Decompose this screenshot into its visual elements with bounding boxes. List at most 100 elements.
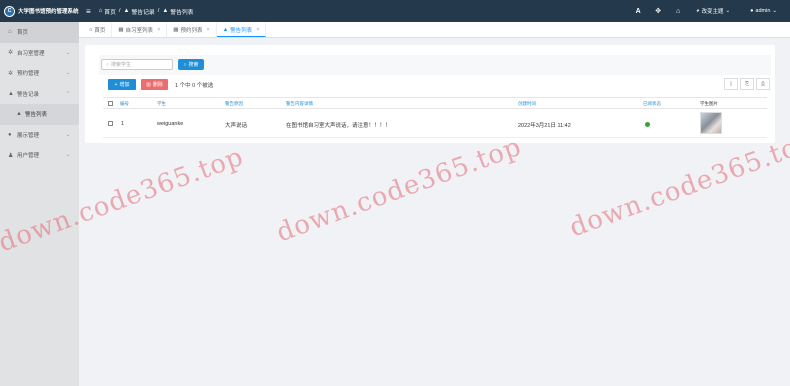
add-button[interactable]: + 增加 <box>108 79 136 90</box>
select-all-checkbox[interactable] <box>108 101 113 106</box>
watermark: down.code365.top <box>565 126 790 244</box>
add-button-label: 增加 <box>119 82 130 88</box>
user-menu[interactable]: ● admin ⌄ <box>750 8 777 14</box>
content-card: ○ 搜索学生 ○ 搜索 + 增加 ▥ 删除 1 个中 0 个被选 ▯ ⎘ ⎙ 编… <box>85 45 775 143</box>
breadcrumb-page: 警告列表 <box>170 9 194 16</box>
tab-strip: ⌂ 首页 ▦ 自习室列表 × ▦ 预约列表 × ▲ 警告列表 × <box>79 22 790 38</box>
gear-icon: ✲ <box>8 50 14 57</box>
font-size-icon[interactable]: A <box>628 8 648 15</box>
top-navbar: C 大学图书馆预约管理系统 ≡ ⌂ 首页 / ▲ 警告记录 / ▲ 警告列表 A… <box>0 0 790 22</box>
search-button[interactable]: ○ 搜索 <box>178 59 204 70</box>
tab-label: 自习室列表 <box>125 28 154 34</box>
print-icon[interactable]: ⎙ <box>756 78 770 90</box>
table-tools: ▯ ⎘ ⎙ <box>722 78 770 90</box>
sidebar-item-study-rooms[interactable]: ✲ 自习室管理 ⌄ <box>0 43 79 64</box>
chevron-down-icon: ⌄ <box>65 70 70 77</box>
app-title: 大学图书馆预约管理系统 <box>18 9 79 15</box>
chevron-down-icon: ⌄ <box>65 131 70 138</box>
home-icon: ⌂ <box>98 8 103 14</box>
tab-home[interactable]: ⌂ 首页 <box>83 23 113 37</box>
sidebar-item-label: 展示管理 <box>17 132 40 139</box>
sidebar-item-label: 警告记录 <box>17 91 40 98</box>
column-header-student[interactable]: 学生 <box>157 101 166 107</box>
warning-icon: ▲ <box>222 26 229 33</box>
column-header-reason[interactable]: 警告原因 <box>225 101 243 107</box>
theme-switcher[interactable]: ◕ 改变主题 ⌄ <box>696 7 730 15</box>
user-icon: ● <box>750 8 754 14</box>
search-icon: ○ <box>183 61 187 68</box>
watermark: down.code365.top <box>272 131 526 249</box>
search-button-label: 搜索 <box>188 62 199 68</box>
menu-toggle-icon[interactable]: ≡ <box>86 7 91 16</box>
app-logo: C <box>4 5 15 17</box>
sidebar-item-label: 警告列表 <box>25 112 48 119</box>
close-icon[interactable]: × <box>207 27 210 33</box>
delete-button[interactable]: ▥ 删除 <box>141 79 168 90</box>
filter-icon[interactable]: ▯ <box>724 78 738 90</box>
warning-icon: ▲ <box>16 111 22 118</box>
breadcrumb-separator: / <box>118 8 121 14</box>
tab-warnings[interactable]: ▲ 警告列表 × <box>216 23 267 37</box>
theme-label: 改变主题 <box>701 9 724 15</box>
users-icon: ♟ <box>8 152 14 159</box>
user-name: admin <box>755 8 771 14</box>
close-icon[interactable]: × <box>157 27 160 33</box>
brand[interactable]: C 大学图书馆预约管理系统 <box>0 0 79 22</box>
search-icon: ○ <box>106 61 110 68</box>
export-icon[interactable]: ⎘ <box>740 78 754 90</box>
sidebar-item-label: 自习室管理 <box>17 50 45 57</box>
sidebar: ⌂ 首页 ✲ 自习室管理 ⌄ ✲ 预约管理 ⌄ ▲ 警告记录 ⌃ ▲ 警告列表 … <box>0 22 79 386</box>
sidebar-item-warning-list[interactable]: ▲ 警告列表 <box>0 104 79 125</box>
sidebar-item-display[interactable]: ● 展示管理 ⌄ <box>0 125 79 146</box>
breadcrumb: ⌂ 首页 / ▲ 警告记录 / ▲ 警告列表 <box>99 7 194 16</box>
warning-icon: ▲ <box>8 90 14 97</box>
chevron-down-icon: ⌄ <box>65 152 70 159</box>
search-input[interactable]: ○ 搜索学生 <box>101 59 173 70</box>
tab-label: 警告列表 <box>230 27 253 34</box>
student-photo[interactable] <box>700 112 722 134</box>
row-detail: 在图书馆自习室大声说话，请注意！！！！ <box>286 123 391 129</box>
warning-icon: ▲ <box>123 8 130 14</box>
home-icon[interactable]: ⌂ <box>668 8 688 15</box>
row-checkbox[interactable] <box>108 121 113 126</box>
tab-study-rooms[interactable]: ▦ 自习室列表 × <box>112 23 168 37</box>
breadcrumb-home[interactable]: 首页 <box>104 7 116 16</box>
plus-icon: + <box>114 81 118 88</box>
column-header-photo: 学生图片 <box>700 101 718 106</box>
home-icon: ⌂ <box>8 29 12 36</box>
sidebar-item-home[interactable]: ⌂ 首页 <box>0 22 79 43</box>
table-row[interactable]: 1 weiguanke 大声说话 在图书馆自习室大声说话，请注意！！！！ 202… <box>103 109 767 138</box>
fullscreen-icon[interactable]: ✥ <box>648 7 668 15</box>
breadcrumb-section[interactable]: 警告记录 <box>131 7 154 16</box>
sidebar-item-reservations[interactable]: ✲ 预约管理 ⌄ <box>0 63 79 84</box>
comment-icon: ● <box>8 131 12 138</box>
tab-label: 预约列表 <box>180 28 203 34</box>
column-header-created[interactable]: 创建时间 <box>518 101 536 107</box>
sidebar-item-users[interactable]: ♟ 用户管理 ⌄ <box>0 145 79 166</box>
sidebar-item-label: 用户管理 <box>17 153 40 160</box>
chevron-down-icon: ⌄ <box>65 49 70 56</box>
chevron-down-icon: ⌄ <box>725 8 731 14</box>
header-tools: A ✥ ⌂ ◕ 改变主题 ⌄ ● admin ⌄ <box>628 0 790 22</box>
read-status-icon <box>645 122 650 127</box>
search-placeholder: 搜索学生 <box>111 62 132 68</box>
tab-reservations[interactable]: ▦ 预约列表 × <box>167 23 217 37</box>
column-header-read-status[interactable]: 已阅状态 <box>643 101 661 107</box>
tab-label: 首页 <box>94 28 106 34</box>
column-header-id[interactable]: 编号 <box>120 101 129 107</box>
chevron-up-icon: ⌃ <box>65 90 70 97</box>
sidebar-item-label: 首页 <box>17 30 29 37</box>
warning-icon: ▲ <box>162 8 169 14</box>
table-icon: ▦ <box>173 27 179 33</box>
table-header: 编号 学生 警告原因 警告内容详情 创建时间 已阅状态 学生图片 <box>103 97 767 109</box>
sidebar-item-warnings[interactable]: ▲ 警告记录 ⌃ <box>0 84 79 105</box>
table-icon: ▦ <box>118 27 124 33</box>
close-icon[interactable]: × <box>256 27 259 33</box>
row-id: 1 <box>121 121 125 127</box>
row-created: 2022年3月21日 11:42 <box>518 123 571 129</box>
home-icon: ⌂ <box>89 27 93 33</box>
search-bar: ○ 搜索学生 ○ 搜索 <box>99 55 771 75</box>
trash-icon: ▥ <box>146 81 151 88</box>
column-header-detail[interactable]: 警告内容详情 <box>286 101 313 107</box>
sidebar-item-label: 预约管理 <box>17 71 40 78</box>
